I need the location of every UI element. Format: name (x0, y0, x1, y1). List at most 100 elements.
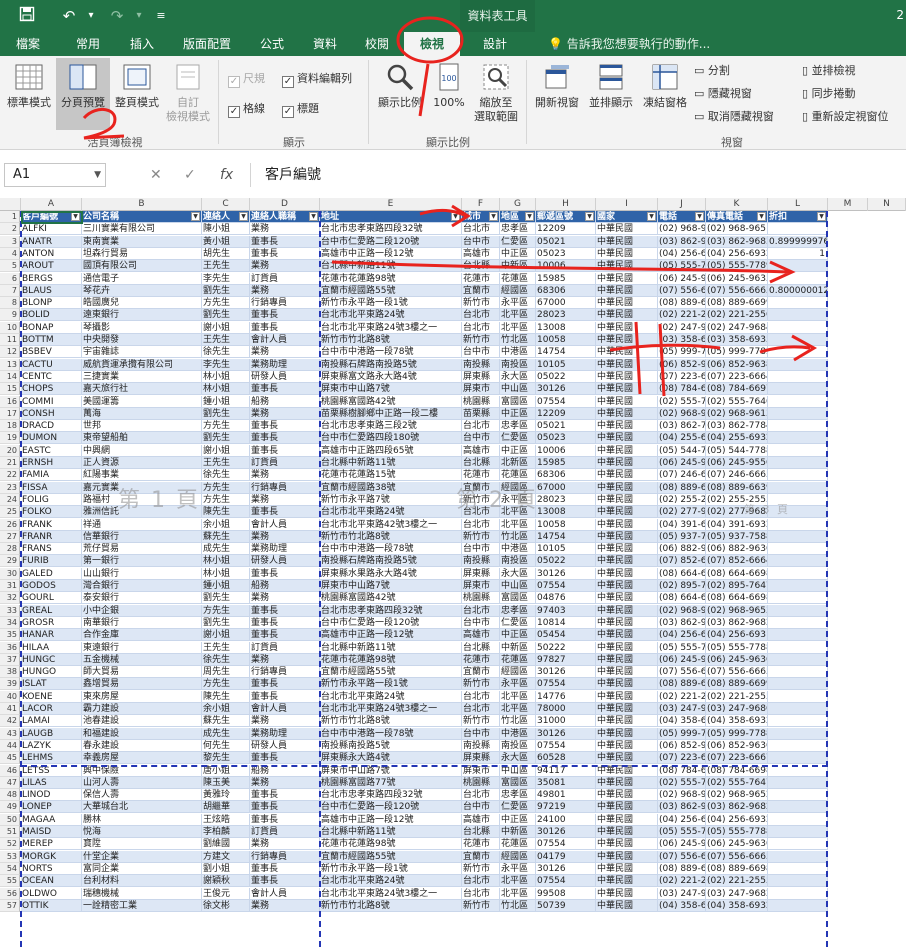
cell[interactable]: 60528 (536, 752, 596, 765)
cell[interactable]: 董事長 (250, 383, 320, 396)
cell[interactable]: 北平區 (500, 690, 536, 703)
cell[interactable]: GODOS (21, 580, 82, 592)
column-header-d[interactable]: D (250, 198, 320, 211)
cell[interactable]: 成先生 (202, 543, 250, 556)
cell[interactable]: 董事長 (250, 567, 320, 580)
cell[interactable]: 劉先生 (202, 432, 250, 445)
cell[interactable]: 中華民國 (596, 346, 658, 359)
cell[interactable]: FOLKO (21, 506, 82, 519)
cell[interactable]: 中華民國 (596, 272, 658, 285)
column-header-i[interactable]: I (596, 198, 658, 211)
cell[interactable]: 威航貨運承攬有限公司 (82, 358, 202, 371)
cell[interactable] (768, 444, 828, 457)
cell[interactable]: 台北縣 (462, 826, 500, 838)
cell[interactable]: 30126 (536, 826, 596, 838)
cell[interactable]: 謝小姐 (202, 629, 250, 642)
cell[interactable]: 劉維國 (202, 838, 250, 851)
cell[interactable]: (07) 556-6665 (706, 850, 768, 863)
name-box-dropdown-icon[interactable]: ▼ (94, 164, 101, 186)
cell[interactable]: BOLID (21, 309, 82, 322)
cell[interactable] (768, 875, 828, 888)
cell[interactable]: 忠孝區 (500, 789, 536, 802)
cell[interactable]: 三川實業有限公司 (82, 223, 202, 236)
cell[interactable]: 30126 (536, 862, 596, 875)
cell[interactable]: (05) 999-7788 (658, 727, 706, 740)
row-header[interactable]: 4 (0, 247, 20, 260)
cell[interactable]: 王俊元 (202, 887, 250, 900)
row-header[interactable]: 40 (0, 690, 20, 703)
cell[interactable]: 南投縣南投路5號 (320, 739, 462, 752)
cell[interactable]: 新竹市永平路一段1號 (320, 678, 462, 691)
filter-dropdown-icon[interactable]: ▼ (585, 212, 594, 221)
cell[interactable]: 05023 (536, 247, 596, 260)
row-header[interactable]: 37 (0, 653, 20, 666)
cell[interactable]: 07554 (536, 875, 596, 888)
cell[interactable]: 台中市仁愛路二段120號 (320, 235, 462, 248)
filter-dropdown-icon[interactable]: ▼ (191, 212, 200, 221)
cell[interactable]: (04) 391-6932 (706, 518, 768, 531)
cell[interactable]: 桃園縣 (462, 776, 500, 789)
cell[interactable]: 台中市 (462, 801, 500, 814)
cell[interactable]: (08) 889-6698 (658, 862, 706, 875)
cell[interactable]: 花蓮區 (500, 272, 536, 285)
cell[interactable]: 南投區 (500, 555, 536, 568)
cell[interactable]: (05) 937-7588 (706, 530, 768, 543)
cell[interactable]: 花蓮市 (462, 469, 500, 482)
cell[interactable]: 中華民國 (596, 481, 658, 494)
filter-dropdown-icon[interactable]: ▼ (489, 212, 498, 221)
cell[interactable]: 陳先生 (202, 690, 250, 703)
cell[interactable]: (03) 862-9682 (706, 616, 768, 629)
cell[interactable]: (06) 852-9636 (706, 739, 768, 752)
cell[interactable]: EASTC (21, 444, 82, 457)
cell[interactable]: 大華城台北 (82, 801, 202, 814)
cell[interactable]: ISLAT (21, 678, 82, 691)
cell[interactable]: CACTU (21, 358, 82, 371)
cell[interactable]: 中正區 (500, 813, 536, 826)
cell[interactable]: GOURL (21, 592, 82, 605)
cell[interactable]: 方先生 (202, 678, 250, 691)
cell[interactable]: 中華民國 (596, 247, 658, 260)
cell[interactable]: 瑞穗機械 (82, 887, 202, 900)
cell[interactable]: BERGS (21, 272, 82, 285)
cell[interactable]: 宜蘭市經國路55號 (320, 850, 462, 863)
filter-dropdown-icon[interactable]: ▼ (647, 212, 656, 221)
cell[interactable]: 黎先生 (202, 752, 250, 765)
cell[interactable]: 黃小姐 (202, 235, 250, 248)
row-header[interactable]: 24 (0, 493, 20, 506)
cell[interactable]: 中華民國 (596, 469, 658, 482)
redo-dropdown-icon[interactable]: ▾ (128, 6, 150, 26)
cell[interactable]: 台北市北平東路24號3樓之一 (320, 703, 462, 715)
cell[interactable]: FAMIA (21, 469, 82, 482)
cell[interactable] (768, 457, 828, 469)
hide-window-button[interactable]: ▭ 隱藏視窗 (694, 87, 752, 101)
row-header[interactable]: 8 (0, 297, 20, 310)
header-cell[interactable]: 地區 ▼ (500, 211, 536, 223)
cell[interactable]: 方先生 (202, 481, 250, 494)
cell[interactable]: 業務 (250, 469, 320, 482)
row-header[interactable]: 11 (0, 334, 20, 346)
cell[interactable]: 花蓮區 (500, 653, 536, 666)
cell[interactable]: 桃園縣 (462, 592, 500, 605)
cell[interactable]: (07) 556-6665 (706, 666, 768, 679)
row-header[interactable]: 23 (0, 481, 20, 494)
cell[interactable]: 一詮精密工業 (82, 899, 202, 912)
cell[interactable] (768, 604, 828, 617)
cell[interactable]: 台北縣 (462, 457, 500, 469)
headings-checkbox[interactable]: ✓ 標題 (282, 102, 319, 118)
cell[interactable]: 何先生 (202, 739, 250, 752)
cell[interactable]: 經國區 (500, 284, 536, 297)
cell[interactable]: 台中市 (462, 727, 500, 740)
cell[interactable]: 中華民國 (596, 826, 658, 838)
cell[interactable]: 嘉天旅行社 (82, 383, 202, 396)
cell[interactable]: 紅陽事業 (82, 469, 202, 482)
cell[interactable]: (02) 255-2555 (658, 493, 706, 506)
cell[interactable]: 李先生 (202, 272, 250, 285)
cell[interactable]: 業務助理 (250, 543, 320, 556)
cell[interactable]: MEREP (21, 838, 82, 851)
cell[interactable]: DUMON (21, 432, 82, 445)
cell[interactable]: 中港區 (500, 543, 536, 556)
cell[interactable] (768, 432, 828, 445)
cell[interactable]: 北平區 (500, 887, 536, 900)
cell[interactable]: 陳小姐 (202, 223, 250, 236)
column-header-k[interactable]: K (706, 198, 768, 211)
